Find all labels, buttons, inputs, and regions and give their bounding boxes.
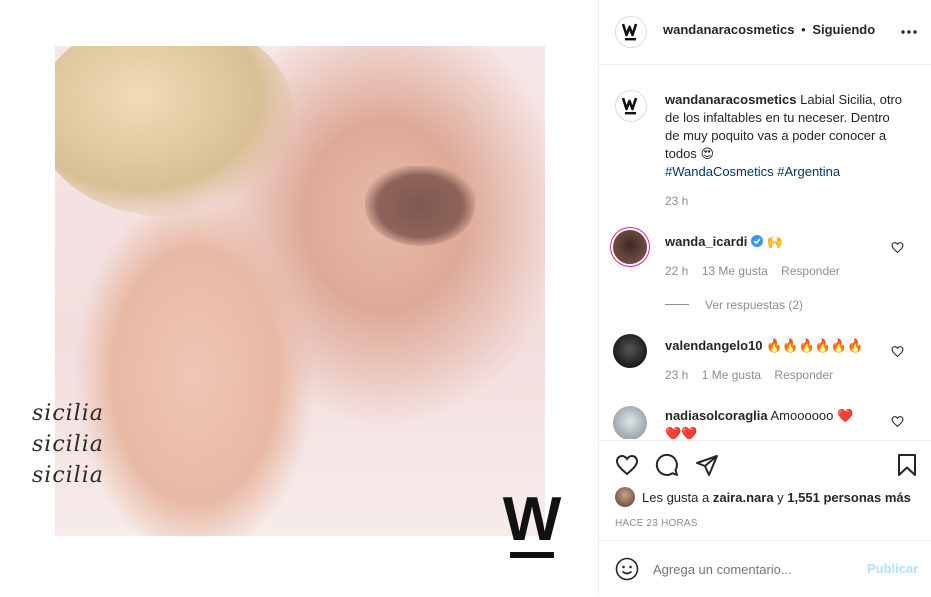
comment: valendangelo10 🔥🔥🔥🔥🔥🔥 [665, 337, 863, 355]
heart-outline-icon [615, 454, 639, 476]
brand-avatar[interactable] [615, 16, 647, 48]
like-button[interactable] [615, 453, 639, 477]
post-media[interactable]: sicilia sicilia sicilia W [0, 0, 598, 596]
comment-text: 🔥🔥🔥🔥🔥🔥 [766, 338, 864, 353]
add-comment-bar: Publicar [599, 540, 931, 597]
comment-text-line2: ❤️❤️ [665, 426, 698, 439]
w-logo-icon [622, 23, 638, 41]
comment-input[interactable] [653, 558, 853, 580]
commenter-avatar[interactable] [613, 230, 647, 264]
brand-w-logo: W [500, 485, 564, 562]
liker-avatar[interactable] [615, 487, 635, 507]
post-timestamp[interactable]: HACE 23 HORAS [615, 518, 698, 529]
likes-count[interactable]: 1,551 personas más [787, 490, 911, 505]
comment-username[interactable]: wanda_icardi [665, 234, 747, 249]
brand-logo-letter: W [503, 490, 562, 554]
script-line: sicilia [32, 463, 104, 488]
lips-area [365, 166, 475, 246]
w-logo-icon [622, 97, 638, 115]
comment-time[interactable]: 23 h [665, 368, 688, 382]
emoji-button[interactable] [615, 557, 639, 581]
comment-button[interactable] [655, 453, 679, 477]
more-options-button[interactable] [899, 22, 919, 42]
comment-like-button[interactable] [891, 241, 904, 254]
post-sidebar: wandanaracosmetics • Siguiendo wandanara… [598, 0, 931, 596]
comment-meta: 22 h 13 Me gusta Responder [665, 264, 840, 278]
reply-button[interactable]: Responder [774, 368, 833, 382]
comment-text: Amoooooo ❤️ [770, 408, 854, 423]
comment-clip: nadiasolcoraglia Amoooooo ❤️ ❤️❤️ [599, 400, 931, 439]
heart-outline-icon [891, 346, 904, 358]
replies-divider [665, 304, 689, 305]
publish-button[interactable]: Publicar [867, 561, 918, 576]
comment: wanda_icardi 🙌 [665, 233, 783, 251]
hashtag-link[interactable]: #Argentina [777, 164, 840, 179]
heart-outline-icon [891, 416, 904, 428]
comment-username[interactable]: nadiasolcoraglia [665, 408, 768, 423]
caption-time[interactable]: 23 h [665, 194, 688, 208]
bookmark-icon [898, 454, 916, 476]
logo-underline [510, 552, 554, 558]
heart-outline-icon [891, 242, 904, 254]
likes-user[interactable]: zaira.nara [713, 490, 774, 505]
hashtag-link[interactable]: #WandaCosmetics [665, 164, 774, 179]
more-horizontal-icon [901, 30, 917, 34]
comment: nadiasolcoraglia Amoooooo ❤️ ❤️❤️ [665, 407, 853, 439]
header-info: wandanaracosmetics • Siguiendo [663, 22, 875, 37]
script-line: sicilia [32, 432, 104, 457]
post-header: wandanaracosmetics • Siguiendo [599, 0, 931, 65]
post-actions: Les gusta a zaira.nara y 1,551 personas … [599, 440, 931, 541]
header-separator: • [801, 22, 806, 37]
save-button[interactable] [895, 453, 919, 477]
header-username[interactable]: wandanaracosmetics [663, 22, 795, 37]
comment-likes[interactable]: 1 Me gusta [702, 368, 761, 382]
caption-avatar[interactable] [615, 90, 647, 122]
likes-prefix: Les gusta a [642, 490, 710, 505]
comment-likes[interactable]: 13 Me gusta [702, 264, 768, 278]
script-line: sicilia [32, 401, 104, 426]
likes-and: y [777, 490, 784, 505]
smiley-icon [615, 557, 639, 581]
sicilia-script-text: sicilia sicilia sicilia [32, 398, 104, 491]
comment-bubble-icon [655, 453, 678, 476]
view-replies-button[interactable]: Ver respuestas (2) [705, 298, 803, 312]
caption-username[interactable]: wandanaracosmetics [665, 92, 797, 107]
comment-time[interactable]: 22 h [665, 264, 688, 278]
comment-username[interactable]: valendangelo10 [665, 338, 763, 353]
comment-like-button[interactable] [891, 345, 904, 358]
commenter-avatar[interactable] [613, 334, 647, 368]
caption-emoji: 😍 [700, 146, 714, 161]
reply-button[interactable]: Responder [781, 264, 840, 278]
post-caption: wandanaracosmetics Labial Sicilia, otro … [665, 91, 905, 181]
share-button[interactable] [695, 453, 719, 477]
verified-badge-icon [751, 235, 763, 247]
commenter-avatar[interactable] [613, 406, 647, 439]
follow-status[interactable]: Siguiendo [812, 22, 875, 37]
post-photo[interactable] [55, 46, 545, 536]
comment-text: 🙌 [766, 234, 783, 249]
comment-like-button[interactable] [891, 415, 904, 428]
likes-summary: Les gusta a zaira.nara y 1,551 personas … [642, 490, 911, 505]
comment-meta: 23 h 1 Me gusta Responder [665, 368, 833, 382]
paper-plane-icon [696, 455, 718, 476]
